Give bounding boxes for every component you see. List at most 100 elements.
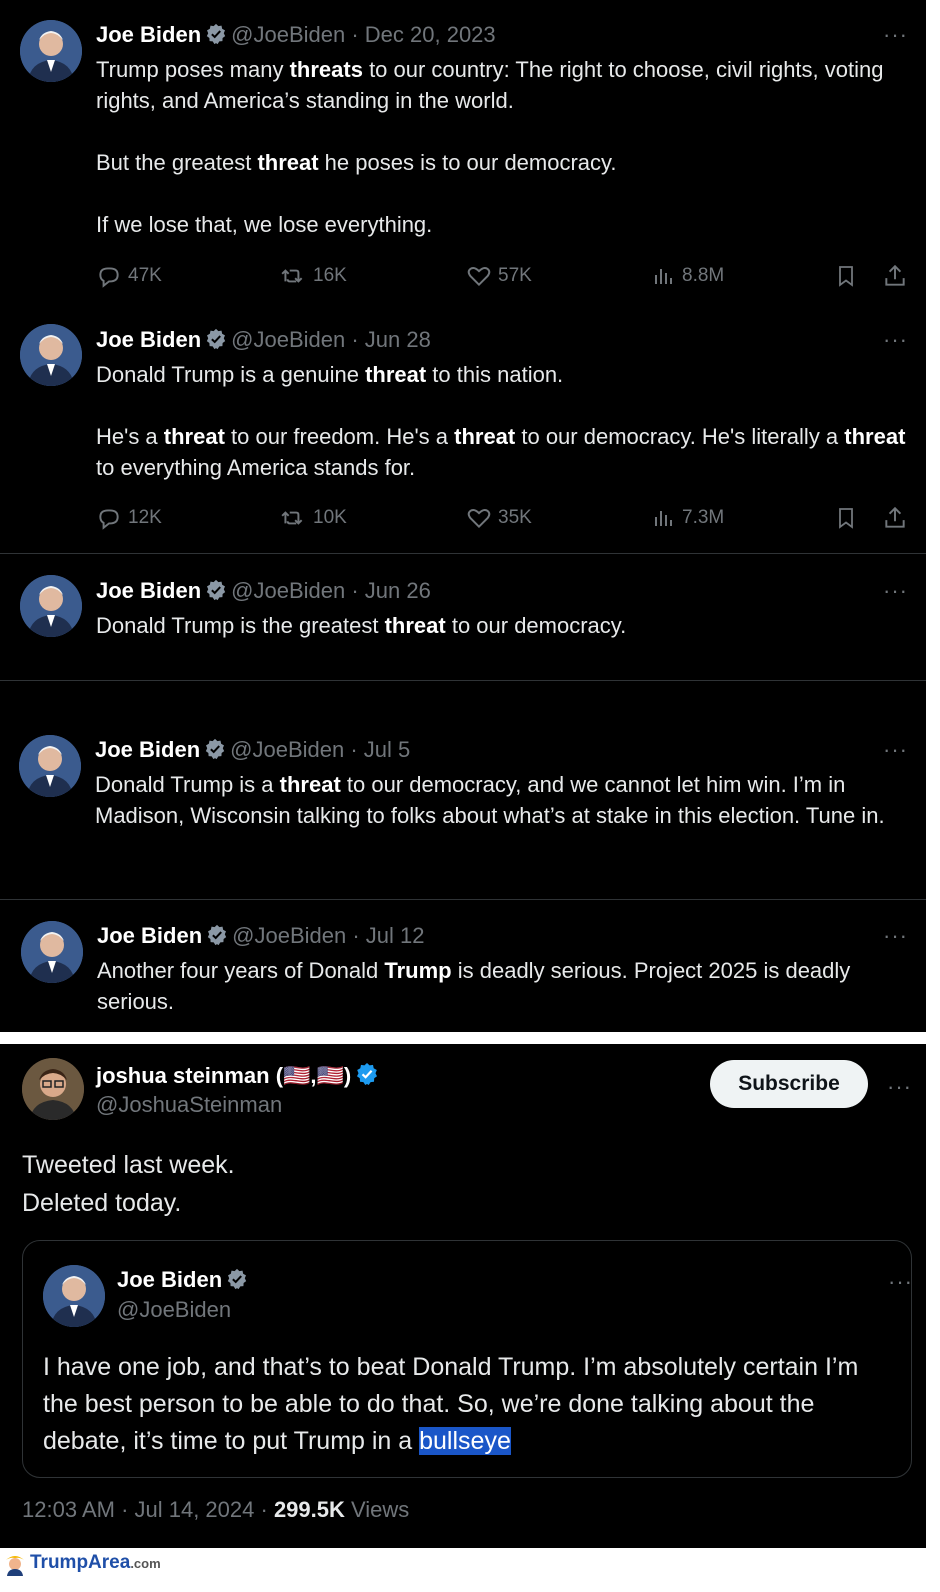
tweet-date[interactable]: · Jul 5: [350, 737, 410, 762]
more-options-icon[interactable]: ···: [887, 1074, 912, 1100]
tweet-3[interactable]: Joe Biden @JoeBiden · Jun 26 ··· Donald T…: [0, 554, 926, 680]
verified-gray-icon: [205, 579, 227, 607]
tweet-text: Donald Trump is the greatest threat to o…: [96, 610, 916, 641]
retweet-button[interactable]: 10K: [279, 505, 347, 531]
retweet-icon: [281, 269, 303, 283]
retweet-count: 10K: [313, 507, 347, 528]
tweet-paragraph: He's a threat to our freedom. He's a thr…: [96, 424, 906, 480]
tweet-text: Another four years of Donald Trump is de…: [97, 955, 877, 1017]
tweet-date[interactable]: · Jun 28: [351, 327, 431, 352]
more-options-icon[interactable]: ···: [883, 737, 908, 763]
watermark-brand: TrumpArea: [30, 1552, 131, 1573]
heart-icon: [467, 267, 491, 287]
share-icon[interactable]: [882, 263, 908, 289]
views-label: Views: [344, 1497, 410, 1522]
like-button[interactable]: 57K: [466, 263, 532, 289]
verified-gray-icon: [204, 738, 226, 766]
verified-gray-icon: [205, 23, 227, 51]
tweet-4[interactable]: Joe Biden @JoeBiden · Jul 5 ··· Donald Tr…: [0, 681, 926, 899]
author-handle[interactable]: @JoeBiden: [230, 737, 344, 762]
author-handle[interactable]: @JoeBiden: [117, 1297, 231, 1323]
tweet-line: Tweeted last week.: [22, 1151, 235, 1179]
tweet-date[interactable]: · Dec 20, 2023: [351, 22, 495, 47]
bold-keyword: threat: [844, 424, 906, 449]
steinman-header: joshua steinman (🇺🇸,🇺🇸): [96, 1062, 383, 1092]
more-options-icon[interactable]: ···: [883, 327, 908, 353]
author-handle[interactable]: @JoeBiden: [231, 327, 345, 352]
reply-count: 12K: [128, 507, 162, 528]
verified-gray-icon: [206, 924, 228, 952]
watermark-text: TrumpArea.com: [30, 1552, 161, 1574]
like-count: 57K: [498, 265, 532, 286]
views-icon: [655, 269, 672, 284]
retweet-button[interactable]: 16K: [279, 263, 347, 289]
views-button[interactable]: 8.8M: [652, 263, 724, 289]
tweet-paragraph: Trump poses many threats to our country:…: [96, 57, 884, 113]
share-icon[interactable]: [882, 505, 908, 531]
reply-button[interactable]: 47K: [96, 263, 162, 289]
verified-gray-icon: [226, 1268, 248, 1296]
avatar[interactable]: [20, 324, 82, 386]
views-count: 299.5K: [273, 1497, 345, 1522]
tweet-paragraph: Donald Trump is a threat to our democrac…: [95, 772, 885, 828]
more-options-icon[interactable]: ···: [883, 923, 908, 949]
tweet-header: Joe Biden @JoeBiden · Jun 26: [96, 578, 431, 607]
tweet-header: Joe Biden @JoeBiden · Jun 28: [96, 327, 431, 356]
author-name[interactable]: Joe Biden: [96, 22, 201, 47]
avatar[interactable]: [43, 1265, 105, 1327]
author-name[interactable]: Joe Biden: [97, 923, 202, 948]
author-name[interactable]: Joe Biden: [117, 1267, 222, 1292]
quoted-tweet[interactable]: Joe Biden @JoeBiden ··· I have one job, …: [22, 1240, 912, 1478]
author-handle[interactable]: @JoshuaSteinman: [96, 1092, 282, 1118]
subscribe-button[interactable]: Subscribe: [710, 1060, 868, 1108]
bold-keyword: threat: [257, 150, 319, 175]
highlighted-word: bullseye: [419, 1427, 511, 1455]
avatar[interactable]: [21, 921, 83, 983]
tweet-paragraph: Another four years of Donald Trump is de…: [97, 958, 851, 1014]
quote-header: Joe Biden: [117, 1267, 252, 1296]
author-name[interactable]: joshua steinman (🇺🇸,🇺🇸): [96, 1063, 351, 1088]
tweet-5[interactable]: Joe Biden @JoeBiden · Jul 12 ··· Another …: [0, 900, 926, 1032]
tweet-1[interactable]: Joe Biden @JoeBiden · Dec 20, 2023 ··· Tr…: [0, 0, 926, 290]
reply-button[interactable]: 12K: [96, 505, 162, 531]
views-icon: [655, 511, 672, 526]
bold-keyword: threat: [163, 424, 225, 449]
avatar[interactable]: [19, 735, 81, 797]
bookmark-icon[interactable]: [834, 505, 858, 531]
views-count: 8.8M: [682, 265, 725, 286]
tweet-paragraph: If we lose that, we lose everything.: [96, 212, 433, 237]
tweet-header: Joe Biden @JoeBiden · Dec 20, 2023: [96, 22, 496, 51]
more-options-icon[interactable]: ···: [888, 1269, 913, 1295]
bold-keyword: threat: [365, 362, 427, 387]
tweet-text: Trump poses many threats to our country:…: [96, 54, 916, 240]
reply-count: 47K: [128, 265, 162, 286]
author-handle[interactable]: @JoeBiden: [232, 923, 346, 948]
steinman-text: Tweeted last week. Deleted today.: [22, 1146, 235, 1222]
author-handle[interactable]: @JoeBiden: [231, 578, 345, 603]
author-name[interactable]: Joe Biden: [95, 737, 200, 762]
watermark-tld: .com: [130, 1556, 161, 1571]
like-count: 35K: [498, 507, 532, 528]
author-name[interactable]: Joe Biden: [96, 327, 201, 352]
tweet-paragraph: Donald Trump is the greatest threat to o…: [96, 613, 627, 638]
bold-keyword: threat: [454, 424, 516, 449]
tweet-date[interactable]: · Jul 12: [352, 923, 424, 948]
tweet-date[interactable]: · Jun 26: [351, 578, 431, 603]
tweet-2[interactable]: Joe Biden @JoeBiden · Jun 28 ··· Donald T…: [0, 290, 926, 553]
views-count: 7.3M: [682, 507, 725, 528]
more-options-icon[interactable]: ···: [883, 578, 908, 604]
tweet-timestamp[interactable]: 12:03 AM · Jul 14, 2024 ·: [22, 1497, 274, 1522]
retweet-count: 16K: [313, 265, 347, 286]
bold-keyword: threat: [279, 772, 341, 797]
author-handle[interactable]: @JoeBiden: [231, 22, 345, 47]
like-button[interactable]: 35K: [466, 505, 532, 531]
avatar[interactable]: [20, 20, 82, 82]
avatar[interactable]: [20, 575, 82, 637]
views-button[interactable]: 7.3M: [652, 505, 724, 531]
bookmark-icon[interactable]: [834, 263, 858, 289]
author-name[interactable]: Joe Biden: [96, 578, 201, 603]
trump-logo-icon: [4, 1552, 26, 1581]
tweet-paragraph: Donald Trump is a genuine threat to this…: [96, 362, 564, 387]
more-options-icon[interactable]: ···: [883, 22, 908, 48]
avatar[interactable]: [22, 1058, 84, 1120]
